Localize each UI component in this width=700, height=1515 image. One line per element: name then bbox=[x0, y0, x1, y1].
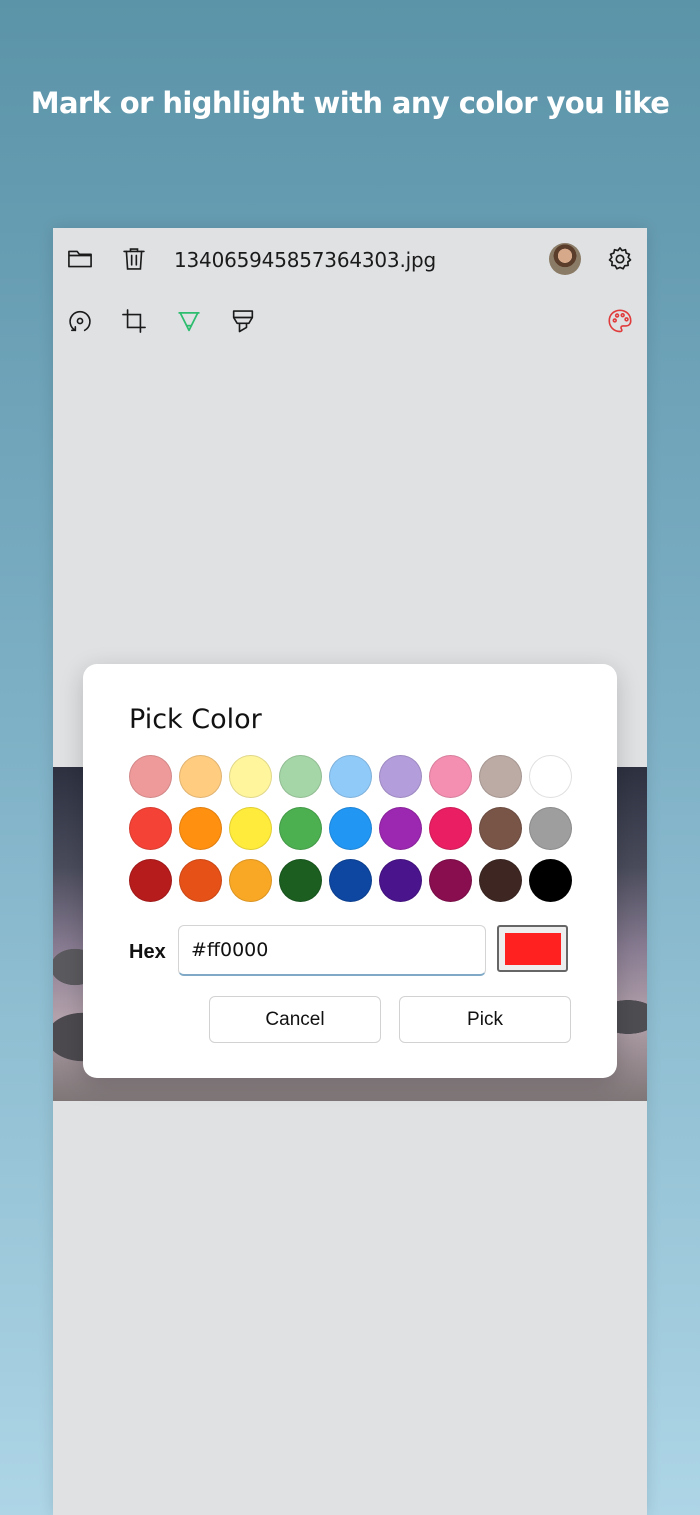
tool-toolbar bbox=[53, 292, 647, 352]
color-swatch[interactable] bbox=[179, 755, 222, 798]
pick-color-dialog: Pick Color Hex Cancel Pick bbox=[83, 664, 617, 1078]
color-swatch[interactable] bbox=[529, 859, 572, 902]
color-swatch[interactable] bbox=[429, 807, 472, 850]
color-swatch[interactable] bbox=[229, 755, 272, 798]
color-swatch[interactable] bbox=[279, 859, 322, 902]
color-swatch[interactable] bbox=[229, 807, 272, 850]
color-swatch[interactable] bbox=[179, 859, 222, 902]
highlighter-icon[interactable] bbox=[223, 301, 263, 341]
color-swatch[interactable] bbox=[279, 755, 322, 798]
color-swatch[interactable] bbox=[129, 859, 172, 902]
hex-label: Hex bbox=[129, 941, 166, 963]
color-swatch[interactable] bbox=[329, 807, 372, 850]
headline: Mark or highlight with any color you lik… bbox=[30, 86, 670, 120]
color-swatch[interactable] bbox=[279, 807, 322, 850]
avatar[interactable] bbox=[549, 243, 581, 275]
color-swatch[interactable] bbox=[429, 859, 472, 902]
trash-icon[interactable] bbox=[114, 239, 154, 279]
color-swatch[interactable] bbox=[379, 859, 422, 902]
color-swatch-grid bbox=[129, 755, 579, 911]
color-swatch[interactable] bbox=[479, 755, 522, 798]
marker-icon[interactable] bbox=[169, 301, 209, 341]
swatch-row bbox=[129, 807, 579, 859]
hex-input[interactable] bbox=[178, 925, 486, 976]
rotate-icon[interactable] bbox=[60, 301, 100, 341]
swatch-row bbox=[129, 859, 579, 911]
dialog-title: Pick Color bbox=[129, 704, 262, 735]
color-swatch[interactable] bbox=[479, 807, 522, 850]
folder-icon[interactable] bbox=[60, 239, 100, 279]
palette-icon[interactable] bbox=[600, 301, 640, 341]
color-swatch[interactable] bbox=[429, 755, 472, 798]
color-preview bbox=[497, 925, 568, 972]
color-swatch[interactable] bbox=[229, 859, 272, 902]
pick-button[interactable]: Pick bbox=[399, 996, 571, 1043]
gear-icon[interactable] bbox=[600, 239, 640, 279]
color-preview-fill bbox=[504, 932, 561, 965]
color-swatch[interactable] bbox=[379, 807, 422, 850]
swatch-row bbox=[129, 755, 579, 807]
color-swatch[interactable] bbox=[129, 755, 172, 798]
cancel-button[interactable]: Cancel bbox=[209, 996, 381, 1043]
crop-icon[interactable] bbox=[114, 301, 154, 341]
color-swatch[interactable] bbox=[529, 755, 572, 798]
color-swatch[interactable] bbox=[329, 859, 372, 902]
top-toolbar: 134065945857364303.jpg bbox=[53, 228, 647, 288]
color-swatch[interactable] bbox=[379, 755, 422, 798]
color-swatch[interactable] bbox=[179, 807, 222, 850]
color-swatch[interactable] bbox=[329, 755, 372, 798]
color-swatch[interactable] bbox=[479, 859, 522, 902]
color-swatch[interactable] bbox=[129, 807, 172, 850]
color-swatch[interactable] bbox=[529, 807, 572, 850]
filename: 134065945857364303.jpg bbox=[174, 248, 436, 272]
